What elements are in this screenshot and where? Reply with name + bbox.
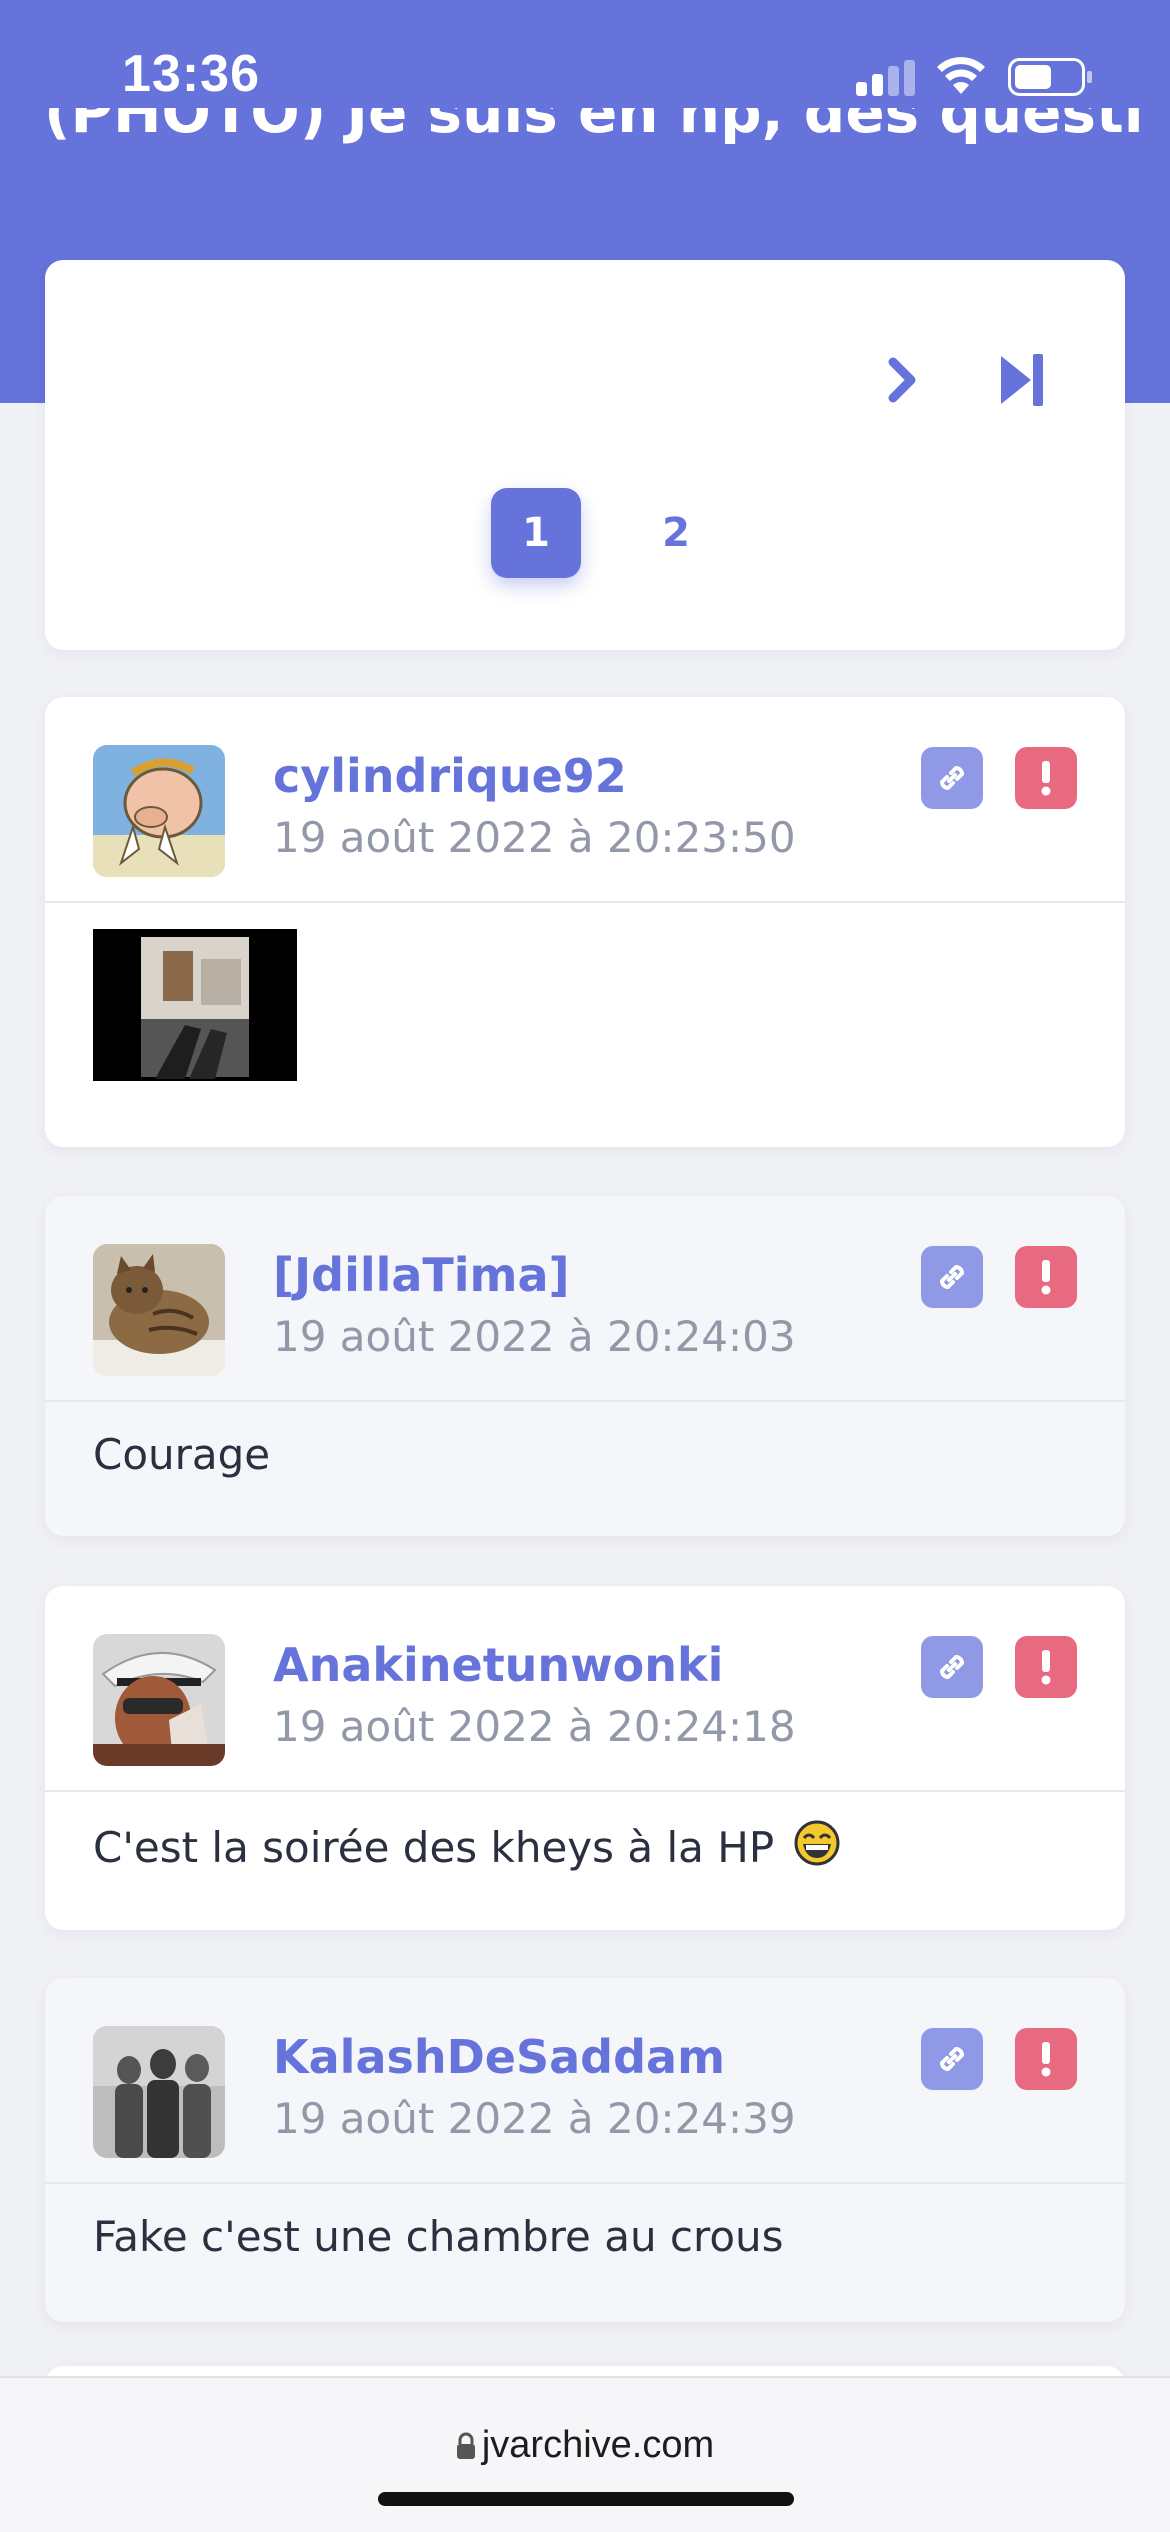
post-card: Anakinetunwonki 19 août 2022 à 20:24:18 … — [45, 1586, 1125, 1930]
report-button[interactable] — [1015, 1246, 1077, 1308]
wifi-icon — [937, 57, 985, 94]
exclamation-icon — [1041, 761, 1051, 796]
post-header: [JdillaTima] 19 août 2022 à 20:24:03 — [45, 1196, 1125, 1402]
report-button[interactable] — [1015, 2028, 1077, 2090]
post-header: KalashDeSaddam 19 août 2022 à 20:24:39 — [45, 1978, 1125, 2184]
lock-icon — [456, 2432, 475, 2459]
skip-to-end-icon[interactable] — [997, 350, 1047, 410]
exclamation-icon — [1041, 1260, 1051, 1295]
permalink-button[interactable] — [921, 747, 983, 809]
report-button[interactable] — [1015, 1636, 1077, 1698]
browser-bottom-bar: jvarchive.com — [0, 2376, 1170, 2532]
exclamation-icon — [1041, 1650, 1051, 1685]
post-card: cylindrique92 19 août 2022 à 20:23:50 — [45, 697, 1125, 1147]
permalink-button[interactable] — [921, 1636, 983, 1698]
post-body-text: C'est la soirée des kheys à la HP — [93, 1823, 775, 1872]
post-date: 19 août 2022 à 20:23:50 — [273, 813, 796, 862]
avatar[interactable] — [93, 1634, 225, 1766]
laughing-emoji-icon — [794, 1820, 840, 1866]
address-bar[interactable]: jvarchive.com — [0, 2424, 1170, 2467]
link-icon — [939, 765, 965, 791]
post-header: cylindrique92 19 août 2022 à 20:23:50 — [45, 697, 1125, 903]
page-2-button[interactable]: 2 — [631, 488, 721, 578]
post-card: KalashDeSaddam 19 août 2022 à 20:24:39 F… — [45, 1978, 1125, 2322]
page-1-button[interactable]: 1 — [491, 488, 581, 578]
post-author[interactable]: cylindrique92 — [273, 749, 627, 803]
topic-title-text: (PHOTO) Je suis en hp, des questions — [44, 108, 1144, 146]
chevron-right-icon[interactable] — [883, 352, 923, 408]
link-icon — [939, 1264, 965, 1290]
avatar[interactable] — [93, 745, 225, 877]
url-text: jvarchive.com — [481, 2424, 715, 2466]
post-body: Fake c'est une chambre au crous — [93, 2212, 784, 2261]
post-date: 19 août 2022 à 20:24:03 — [273, 1312, 796, 1361]
post-author[interactable]: Anakinetunwonki — [273, 1638, 723, 1692]
post-header: Anakinetunwonki 19 août 2022 à 20:24:18 — [45, 1586, 1125, 1792]
post-author[interactable]: KalashDeSaddam — [273, 2030, 725, 2084]
permalink-button[interactable] — [921, 2028, 983, 2090]
battery-icon — [1008, 58, 1092, 96]
topic-title: (PHOTO) Je suis en hp, des questions — [44, 108, 1144, 188]
post-body: C'est la soirée des kheys à la HP — [93, 1820, 840, 1872]
post-date: 19 août 2022 à 20:24:18 — [273, 1702, 796, 1751]
link-icon — [939, 1654, 965, 1680]
permalink-button[interactable] — [921, 1246, 983, 1308]
post-image-thumbnail[interactable] — [93, 929, 297, 1081]
report-button[interactable] — [1015, 747, 1077, 809]
post-card: [JdillaTima] 19 août 2022 à 20:24:03 Cou… — [45, 1196, 1125, 1536]
link-icon — [939, 2046, 965, 2072]
post-date: 19 août 2022 à 20:24:39 — [273, 2094, 796, 2143]
cellular-signal-icon — [856, 60, 916, 96]
avatar[interactable] — [93, 2026, 225, 2158]
post-body: Courage — [93, 1430, 271, 1479]
exclamation-icon — [1041, 2042, 1051, 2077]
avatar[interactable] — [93, 1244, 225, 1376]
status-time: 13:36 — [122, 45, 260, 103]
home-indicator[interactable] — [378, 2492, 794, 2506]
post-author[interactable]: [JdillaTima] — [273, 1248, 570, 1302]
pagination-card: 1 2 — [45, 260, 1125, 650]
